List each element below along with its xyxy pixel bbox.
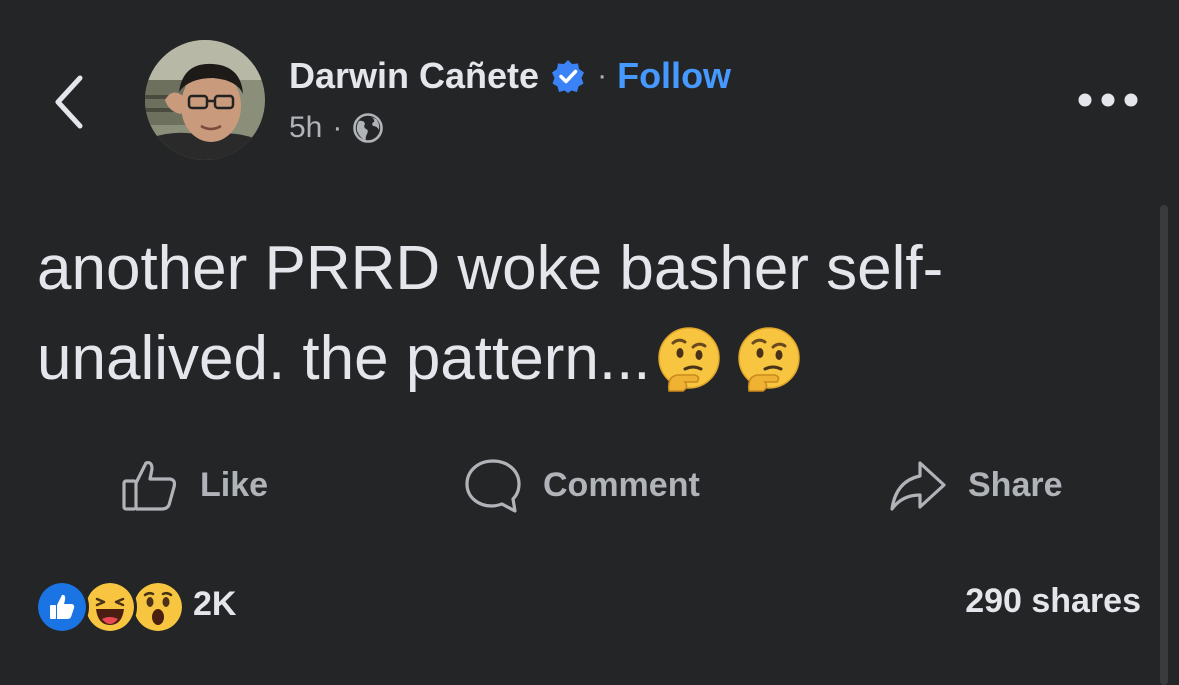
author-line: Darwin Cañete · Follow bbox=[289, 52, 731, 100]
reaction-icons bbox=[35, 578, 185, 634]
profile-photo bbox=[145, 40, 265, 160]
action-bar: Like Comment Share bbox=[0, 450, 1179, 520]
thumbs-up-icon bbox=[122, 461, 177, 511]
globe-icon[interactable] bbox=[352, 112, 384, 144]
like-button[interactable]: Like bbox=[120, 450, 268, 520]
thinking-face-emoji bbox=[737, 327, 800, 392]
comment-bubble-icon bbox=[465, 459, 521, 513]
comment-button[interactable]: Comment bbox=[463, 450, 700, 520]
separator-dot: · bbox=[597, 59, 608, 92]
author-name[interactable]: Darwin Cañete bbox=[289, 55, 539, 97]
share-button[interactable]: Share bbox=[888, 450, 1063, 520]
share-label: Share bbox=[968, 465, 1063, 504]
more-options-button[interactable] bbox=[1076, 88, 1140, 112]
post-body: another PRRD woke basher self-unalived. … bbox=[37, 224, 1147, 404]
emoji-group bbox=[655, 325, 803, 393]
post-text: another PRRD woke basher self-unalived. … bbox=[37, 234, 944, 393]
comment-label: Comment bbox=[543, 465, 700, 504]
meta-separator: · bbox=[332, 111, 343, 144]
reactions-summary[interactable]: 2K bbox=[35, 578, 237, 634]
like-label: Like bbox=[200, 465, 269, 504]
like-reaction-icon bbox=[35, 580, 89, 634]
reaction-count: 2K bbox=[193, 584, 237, 623]
haha-reaction-icon bbox=[83, 580, 137, 634]
follow-button[interactable]: Follow bbox=[617, 55, 731, 97]
wow-reaction-icon bbox=[131, 580, 185, 634]
thinking-face-emoji bbox=[657, 327, 720, 392]
verified-badge-icon bbox=[552, 60, 585, 93]
chevron-left-icon bbox=[55, 75, 83, 129]
scrollbar[interactable] bbox=[1160, 205, 1168, 685]
post-time[interactable]: 5h bbox=[289, 111, 322, 145]
avatar[interactable] bbox=[145, 40, 265, 160]
post-meta: 5h · bbox=[289, 106, 384, 150]
back-button[interactable] bbox=[48, 72, 92, 132]
shares-count[interactable]: 290 shares bbox=[965, 582, 1141, 621]
more-horizontal-icon bbox=[1078, 93, 1138, 107]
share-arrow-icon bbox=[890, 461, 946, 511]
